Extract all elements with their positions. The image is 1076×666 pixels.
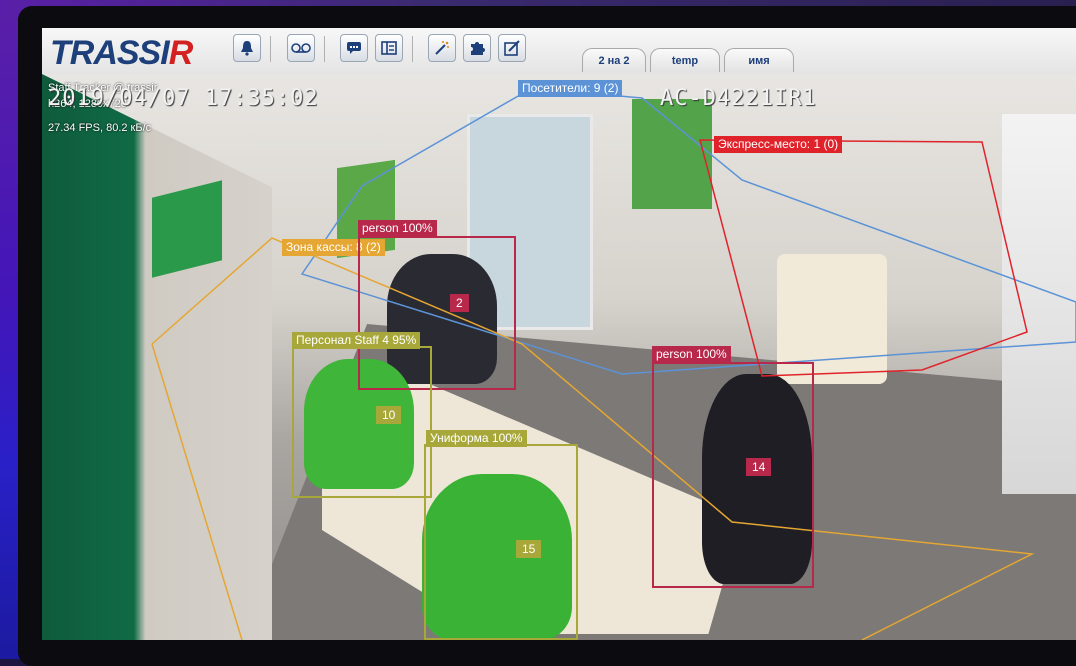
osd-camera-model: AC-D4221IR1 bbox=[660, 86, 817, 111]
track-id-badge: 15 bbox=[516, 540, 542, 558]
trassir-logo: TRASSIR bbox=[50, 34, 193, 72]
osd-timestamp: 2019/04/07 17:35:02 bbox=[48, 86, 319, 111]
camera-view[interactable]: Staff Tracker @ trassir h264, 1280x720 2… bbox=[42, 74, 1076, 640]
detection-box-uniform[interactable] bbox=[424, 444, 578, 640]
detection-label-staff: Персонал Staff 4 95% bbox=[292, 332, 421, 349]
detection-label-person: person 100% bbox=[652, 346, 731, 363]
detection-box-staff[interactable] bbox=[292, 346, 432, 498]
layout-icon[interactable] bbox=[375, 34, 403, 62]
tab-2x2[interactable]: 2 на 2 bbox=[582, 48, 646, 72]
track-id-badge: 10 bbox=[376, 406, 402, 424]
edit-icon[interactable] bbox=[498, 34, 526, 62]
trassir-window: TRASSIR 2 на 2 temp имя Staff Tracker @ … bbox=[42, 28, 1076, 640]
osd-fps: 27.34 FPS, 80.2 кБ/с bbox=[48, 122, 152, 134]
voicemail-icon[interactable] bbox=[287, 34, 315, 62]
puzzle-icon[interactable] bbox=[463, 34, 491, 62]
tab-name[interactable]: имя bbox=[724, 48, 794, 72]
track-id-badge: 2 bbox=[450, 294, 469, 312]
detection-box-person[interactable] bbox=[652, 362, 814, 588]
zone-express bbox=[699, 139, 1028, 377]
magic-wand-icon[interactable] bbox=[428, 34, 456, 62]
zone-visitors-label: Посетители: 9 (2) bbox=[518, 80, 623, 97]
zone-cashier bbox=[151, 237, 1035, 640]
tab-temp[interactable]: temp bbox=[650, 48, 720, 72]
chat-icon[interactable] bbox=[340, 34, 368, 62]
detection-label-uniform: Униформа 100% bbox=[426, 430, 527, 447]
zone-express-label: Экспресс-место: 1 (0) bbox=[714, 136, 843, 153]
toolbar: TRASSIR 2 на 2 temp имя bbox=[42, 28, 1076, 75]
detection-label-person: person 100% bbox=[358, 220, 437, 237]
bell-icon[interactable] bbox=[233, 34, 261, 62]
track-id-badge: 14 bbox=[746, 458, 772, 476]
